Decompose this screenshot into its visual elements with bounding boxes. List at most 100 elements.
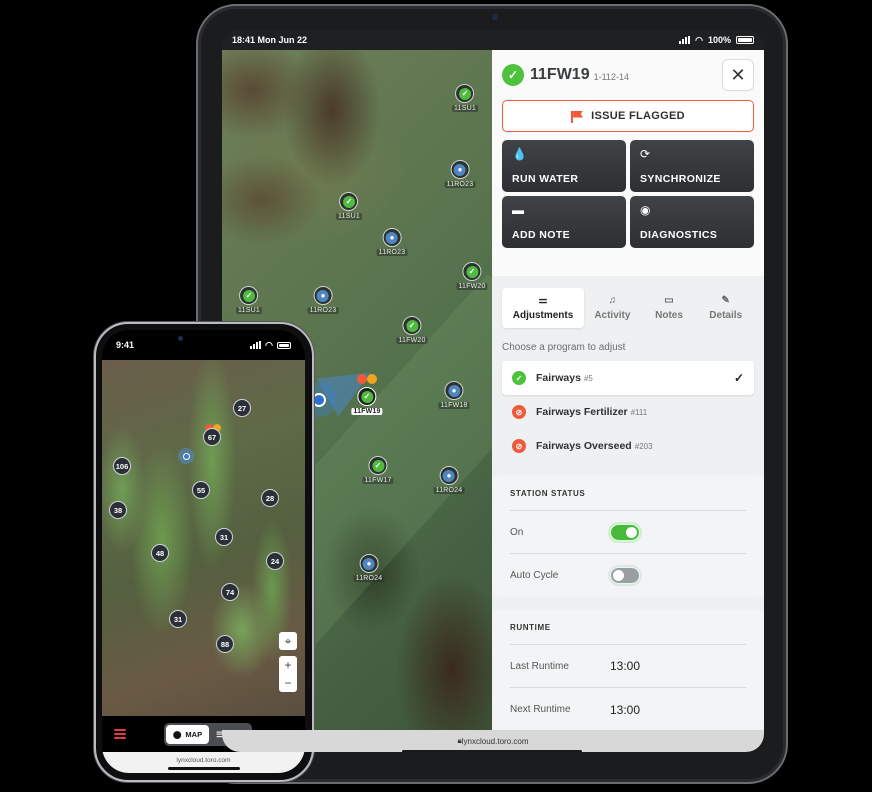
issue-flagged-label: ISSUE FLAGGED [591, 110, 685, 122]
wifi-icon: ◠ [265, 339, 273, 350]
map-pin[interactable]: ● 11RO24 [353, 554, 385, 582]
map-cluster[interactable]: 74 [221, 583, 239, 601]
panel-tabs: ⚌ Adjustments ♫ Activity ▭ Notes ✎ Details [492, 276, 764, 328]
map-pin[interactable]: ● 11RO23 [307, 286, 339, 314]
on-toggle[interactable] [610, 523, 640, 541]
hamburger-menu-icon[interactable] [114, 729, 126, 739]
tab-notes[interactable]: ▭ Notes [641, 288, 698, 328]
station-status-title: STATION STATUS [510, 475, 746, 511]
choose-program-label: Choose a program to adjust [502, 342, 626, 353]
map-cluster[interactable]: 67 [203, 428, 221, 446]
no-water-icon: ⊘ [512, 439, 526, 453]
add-note-button[interactable]: ▬ ADD NOTE [502, 196, 626, 248]
panel-header: ✓ 11FW19 1-112-14 ✕ ISSUE FLAGGED 💧 RUN W… [492, 50, 764, 276]
droplet-icon: ● [316, 289, 329, 302]
map-pin[interactable]: ✓ 11SU1 [336, 192, 362, 220]
auto-cycle-toggle[interactable] [610, 567, 640, 584]
tab-activity[interactable]: ♫ Activity [584, 288, 641, 328]
battery-percent: 100% [707, 35, 731, 45]
on-label: On [510, 526, 524, 538]
check-icon: ✓ [242, 289, 255, 302]
status-time: 18:41 Mon Jun 22 [232, 35, 308, 45]
status-ok-icon: ✓ [502, 64, 524, 86]
runtime-title: RUNTIME [510, 609, 746, 645]
sync-icon: ⟳ [640, 147, 651, 161]
zoom-in-button[interactable]: + [279, 656, 297, 674]
station-name: 11FW19 [530, 66, 590, 83]
tab-details[interactable]: ✎ Details [697, 288, 754, 328]
map-pin[interactable]: ● 11RO23 [376, 228, 408, 256]
auto-cycle-label: Auto Cycle [510, 570, 559, 581]
droplet-icon: ● [447, 384, 460, 397]
program-item[interactable]: ⊘ Fairways Overseed #203 [502, 429, 754, 463]
tablet-camera [492, 14, 498, 20]
station-code: 1-112-14 [593, 71, 629, 82]
check-icon: ✓ [405, 319, 418, 332]
map-cluster[interactable]: 88 [216, 635, 234, 653]
map-cluster[interactable]: 27 [233, 399, 251, 417]
current-location-marker [178, 448, 194, 464]
run-water-button[interactable]: 💧 RUN WATER [502, 140, 626, 192]
droplet-icon: ● [442, 469, 455, 482]
phone-url-text: lynxcloud.toro.com [176, 757, 231, 764]
cellular-signal-icon [679, 36, 691, 44]
url-bar[interactable]: 🔒︎ lynxcloud.toro.com [222, 730, 764, 752]
map-cluster[interactable]: 48 [151, 544, 169, 562]
check-icon: ✓ [371, 459, 384, 472]
map-pin[interactable]: ✓ 11SU1 [236, 286, 262, 314]
selected-check-icon: ✓ [733, 371, 744, 385]
signal-icon: ◉ [640, 203, 651, 217]
active-check-icon: ✓ [512, 371, 526, 385]
map-cluster[interactable]: 31 [215, 528, 233, 546]
battery-icon [277, 341, 291, 349]
map-pin-selected[interactable]: ✓ 11FW19 [351, 387, 383, 415]
map-view-button[interactable]: ⬤ MAP [166, 724, 210, 744]
map-cluster[interactable]: 28 [261, 489, 279, 507]
runtime-card: RUNTIME Last Runtime 13:00 Next Runtime 13… [492, 609, 764, 730]
flag-icon [571, 110, 583, 123]
map-cluster[interactable]: 106 [113, 457, 131, 475]
home-indicator[interactable] [402, 750, 582, 752]
map-pin[interactable]: ✓ 11FW20 [456, 262, 488, 290]
zoom-controls: + − [279, 656, 297, 692]
close-button[interactable]: ✕ [722, 59, 754, 91]
phone-home-indicator[interactable] [168, 767, 240, 770]
next-runtime-value: 13:00 [610, 702, 641, 717]
map-pin[interactable]: ● 11RO24 [433, 466, 465, 494]
cellular-signal-icon [250, 341, 262, 349]
map-pin[interactable]: ● 11RO23 [444, 160, 476, 188]
droplet-icon: ● [385, 231, 398, 244]
check-icon: ✓ [342, 195, 355, 208]
locate-button[interactable]: ⌖ [279, 632, 297, 650]
zoom-out-button[interactable]: − [279, 674, 297, 692]
crosshair-icon: ⌖ [284, 633, 292, 648]
map-cluster[interactable]: 31 [169, 610, 187, 628]
map-cluster[interactable]: 38 [109, 501, 127, 519]
phone-notch [170, 330, 240, 348]
synchronize-button[interactable]: ⟳ SYNCHRONIZE [630, 140, 754, 192]
bell-icon: ♫ [608, 295, 617, 306]
map-pin[interactable]: ✓ 11FW17 [362, 456, 394, 484]
close-icon: ✕ [730, 64, 746, 85]
map-pin[interactable]: ● 11FW18 [438, 381, 470, 409]
check-icon: ✓ [361, 390, 373, 403]
droplet-icon: ● [453, 163, 466, 176]
program-item[interactable]: ✓ Fairways #5 ✓ [502, 361, 754, 395]
map-pin[interactable]: ✓ 11SU1 [452, 84, 478, 112]
current-location-marker [312, 393, 326, 407]
program-item[interactable]: ⊘ Fairways Fertilizer #111 [502, 395, 754, 429]
map-cluster[interactable]: 55 [192, 481, 210, 499]
map-pin-icon: ⬤ [173, 729, 182, 739]
issue-flagged-button[interactable]: ISSUE FLAGGED [502, 100, 754, 132]
droplet-icon: 💧 [512, 147, 527, 161]
tab-adjustments[interactable]: ⚌ Adjustments [502, 288, 585, 328]
check-icon: ✓ [465, 265, 478, 278]
station-status-card: STATION STATUS On Auto Cycle [492, 475, 764, 597]
tablet-status-bar: 18:41 Mon Jun 22 ◠ 100% [222, 30, 764, 50]
comment-icon: ▭ [664, 295, 674, 306]
diagnostics-button[interactable]: ◉ DIAGNOSTICS [630, 196, 754, 248]
map-pin[interactable]: ✓ 11FW20 [396, 316, 428, 344]
phone-map-view[interactable]: 27 67 106 55 28 38 31 48 24 74 31 88 ⌖ +… [102, 360, 305, 716]
station-detail-panel: ✓ 11FW19 1-112-14 ✕ ISSUE FLAGGED 💧 RUN W… [492, 50, 764, 730]
map-cluster[interactable]: 24 [266, 552, 284, 570]
